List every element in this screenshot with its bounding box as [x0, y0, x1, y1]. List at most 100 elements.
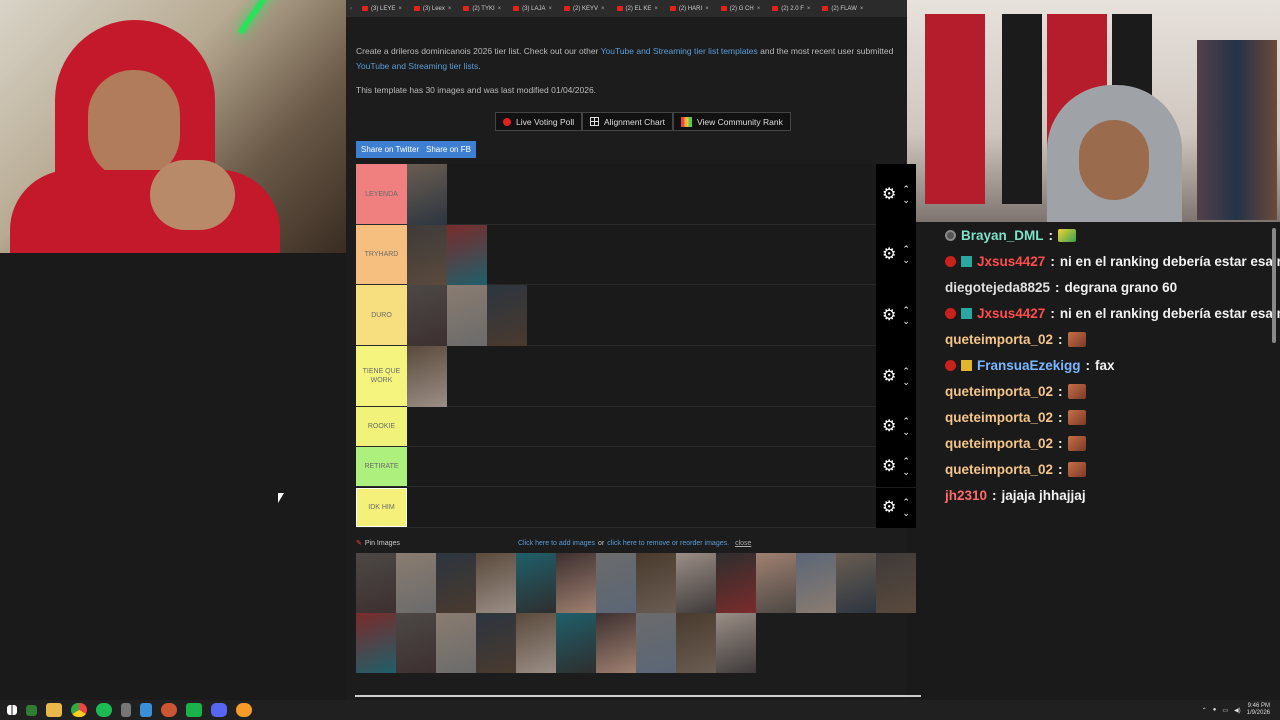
- chat-username[interactable]: jh2310: [945, 488, 987, 503]
- close-tab-icon[interactable]: ×: [448, 6, 452, 12]
- tier-label[interactable]: DURO: [356, 285, 407, 345]
- chevron-up-icon[interactable]: ⌃: [902, 416, 910, 427]
- browser-tab[interactable]: (2) KEYV ×: [558, 0, 611, 17]
- close-tab-icon[interactable]: ×: [498, 6, 502, 12]
- close-tab-icon[interactable]: ×: [548, 6, 552, 12]
- close-tab-icon[interactable]: ×: [601, 6, 605, 12]
- browser-tab[interactable]: (2) G CH ×: [715, 0, 767, 17]
- obs-icon[interactable]: [161, 703, 177, 717]
- tray-chevron-icon[interactable]: ⌃: [1202, 707, 1207, 714]
- browser-tab[interactable]: (3) Leex ×: [408, 0, 458, 17]
- chat-username[interactable]: Brayan_DML: [961, 228, 1044, 243]
- rapper-photo[interactable]: [556, 613, 596, 673]
- remove-images-link[interactable]: click here to remove or reorder images.: [607, 540, 729, 547]
- tab-scroll-left-icon[interactable]: ‹: [346, 6, 356, 12]
- share-twitter-button[interactable]: Share on Twitter: [356, 141, 425, 158]
- gear-icon[interactable]: ⚙: [882, 368, 896, 385]
- rapper-photo[interactable]: [407, 225, 447, 285]
- rapper-photo[interactable]: [407, 285, 447, 346]
- rapper-photo[interactable]: [596, 613, 636, 673]
- gear-icon[interactable]: ⚙: [882, 419, 896, 435]
- rapper-photo[interactable]: [716, 553, 756, 613]
- close-tab-icon[interactable]: ×: [398, 6, 402, 12]
- live-voting-poll-button[interactable]: Live Voting Poll: [495, 112, 583, 131]
- chat-username[interactable]: queteimporta_02: [945, 436, 1053, 451]
- chat-username[interactable]: Jxsus4427: [977, 306, 1045, 321]
- windows-start-icon[interactable]: [7, 705, 17, 715]
- browser-tab[interactable]: (2) HARI ×: [664, 0, 715, 17]
- chevron-down-icon[interactable]: ⌄: [902, 508, 910, 519]
- tier-label[interactable]: LEYENDA: [356, 164, 407, 224]
- gear-icon[interactable]: ⚙: [882, 247, 896, 263]
- close-tab-icon[interactable]: ×: [807, 6, 811, 12]
- chevron-up-icon[interactable]: ⌃: [902, 184, 910, 195]
- rapper-photo[interactable]: [396, 553, 436, 613]
- rapper-photo[interactable]: [516, 553, 556, 613]
- browser-tab[interactable]: (2) EL KE ×: [611, 0, 664, 17]
- rapper-photo[interactable]: [676, 613, 716, 673]
- chat-username[interactable]: queteimporta_02: [945, 462, 1053, 477]
- rapper-photo[interactable]: [636, 553, 676, 613]
- pin-icon[interactable]: ✎: [356, 539, 362, 547]
- rapper-photo[interactable]: [476, 613, 516, 673]
- network-icon[interactable]: ▭: [1222, 707, 1228, 714]
- rapper-photo[interactable]: [407, 164, 447, 225]
- chevron-up-icon[interactable]: ⌃: [902, 497, 910, 508]
- chat-username[interactable]: Jxsus4427: [977, 254, 1045, 269]
- rapper-photo[interactable]: [356, 613, 396, 673]
- rapper-photo[interactable]: [596, 553, 636, 613]
- chevron-down-icon[interactable]: ⌄: [902, 427, 910, 438]
- rapper-photo[interactable]: [636, 613, 676, 673]
- rapper-photo[interactable]: [436, 553, 476, 613]
- tier-label[interactable]: TRYHARD: [356, 225, 407, 284]
- rapper-photo[interactable]: [716, 613, 756, 673]
- add-images-link[interactable]: Click here to add images: [518, 540, 595, 547]
- rapper-photo[interactable]: [556, 553, 596, 613]
- rapper-photo[interactable]: [407, 346, 447, 407]
- rapper-photo[interactable]: [436, 613, 476, 673]
- rapper-photo[interactable]: [796, 553, 836, 613]
- close-tab-icon[interactable]: ×: [860, 6, 864, 12]
- chevron-up-icon[interactable]: ⌃: [902, 244, 910, 255]
- chevron-up-icon[interactable]: ⌃: [902, 305, 910, 316]
- spotify-icon[interactable]: [96, 703, 112, 717]
- task-view-icon[interactable]: [26, 704, 37, 716]
- chrome-icon[interactable]: [71, 703, 87, 717]
- chat-username[interactable]: queteimporta_02: [945, 384, 1053, 399]
- gear-icon[interactable]: ⚙: [882, 307, 896, 324]
- rapper-photo[interactable]: [447, 225, 487, 285]
- community-rank-button[interactable]: View Community Rank: [673, 112, 791, 131]
- close-tab-icon[interactable]: ×: [705, 6, 709, 12]
- chat-scrollbar[interactable]: [1272, 228, 1276, 343]
- chevron-down-icon[interactable]: ⌄: [902, 316, 910, 327]
- rapper-photo[interactable]: [487, 285, 527, 346]
- game-app-icon[interactable]: [236, 703, 252, 717]
- rapper-photo[interactable]: [356, 553, 396, 613]
- rapper-photo[interactable]: [447, 285, 487, 346]
- close-link[interactable]: close: [735, 540, 751, 547]
- browser-tab[interactable]: (2) 2.0 F ×: [766, 0, 816, 17]
- chevron-down-icon[interactable]: ⌄: [902, 467, 910, 478]
- chevron-down-icon[interactable]: ⌄: [902, 255, 910, 266]
- alignment-chart-button[interactable]: Alignment Chart: [582, 112, 673, 131]
- tier-label[interactable]: RETIRATE: [356, 447, 407, 486]
- gear-icon[interactable]: ⚙: [882, 186, 896, 203]
- user-submitted-link[interactable]: YouTube and Streaming tier lists: [356, 61, 478, 71]
- browser-tab[interactable]: (3) LAJA ×: [507, 0, 558, 17]
- tier-label[interactable]: IDK HIM: [356, 488, 407, 527]
- tier-label[interactable]: TIENE QUE WORK: [356, 346, 407, 406]
- rapper-photo[interactable]: [516, 613, 556, 673]
- rapper-photo[interactable]: [876, 553, 916, 613]
- microphone-icon[interactable]: ●: [1213, 707, 1217, 713]
- gear-icon[interactable]: ⚙: [882, 459, 896, 475]
- chevron-up-icon[interactable]: ⌃: [902, 366, 910, 377]
- rapper-photo[interactable]: [476, 553, 516, 613]
- gear-icon[interactable]: ⚙: [882, 500, 896, 516]
- taskbar-clock[interactable]: 9:46 PM 1/9/2026: [1247, 703, 1270, 717]
- rapper-photo[interactable]: [396, 613, 436, 673]
- browser-tab[interactable]: (2) FLAW ×: [816, 0, 869, 17]
- rapper-photo[interactable]: [676, 553, 716, 613]
- chat-username[interactable]: queteimporta_02: [945, 332, 1053, 347]
- pen-tool-icon[interactable]: [121, 703, 131, 717]
- chevron-down-icon[interactable]: ⌄: [902, 377, 910, 388]
